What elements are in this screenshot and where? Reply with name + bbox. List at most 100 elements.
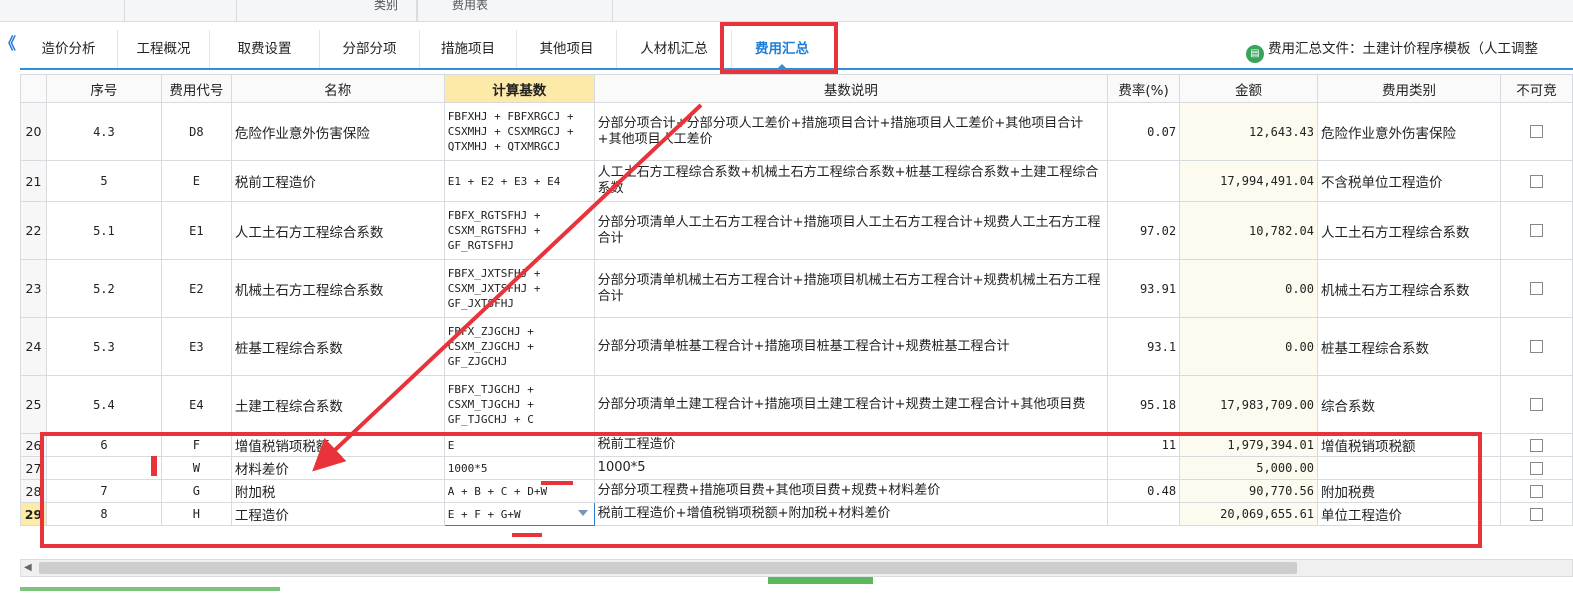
cell-base-desc[interactable]: 分部分项合计+分部分项人工差价+措施项目合计+措施项目人工差价+其他项目合计+其… — [593, 102, 1109, 161]
fee-summary-file-info[interactable]: ▤ 费用汇总文件：土建计价程序模板（人工调整 — [1246, 30, 1538, 68]
non-competitive-checkbox[interactable] — [1529, 125, 1543, 138]
cell-name[interactable]: 工程造价 — [230, 502, 445, 526]
cell-rate[interactable]: 93.91 — [1107, 259, 1181, 318]
cell-seq[interactable]: 8 — [45, 502, 162, 526]
tab-fee-summary[interactable]: 费用汇总 — [732, 30, 832, 70]
header-seq[interactable]: 序号 — [45, 74, 162, 103]
cell-calc-base[interactable]: 1000*5 — [443, 456, 595, 480]
cell-category[interactable]: 单位工程造价 — [1317, 502, 1501, 526]
calc-base-editor[interactable]: E + F + G+W — [443, 502, 595, 526]
cell-rate[interactable]: 93.1 — [1107, 317, 1181, 376]
cell-base-desc[interactable]: 税前工程造价+增值税销项税额+附加税+材料差价 — [593, 502, 1109, 526]
cell-non-competitive[interactable] — [1499, 201, 1573, 260]
table-row[interactable]: 26 6 F 增值税销项税额 E 税前工程造价 11 1,979,394.01 … — [20, 433, 1573, 457]
cell-seq[interactable]: 6 — [45, 433, 162, 457]
cell-seq[interactable]: 7 — [45, 479, 162, 503]
cell-base-desc[interactable]: 税前工程造价 — [593, 433, 1109, 457]
row-number[interactable]: 25 — [20, 375, 47, 434]
table-row[interactable]: 23 5.2 E2 机械土石方工程综合系数 FBFX_JXTSFHJ + CSX… — [20, 259, 1573, 318]
non-competitive-checkbox[interactable] — [1529, 224, 1543, 237]
cell-base-desc[interactable]: 分部分项清单人工土石方工程合计+措施项目人工土石方工程合计+规费人工土石方工程合… — [593, 201, 1109, 260]
cell-code[interactable]: W — [160, 456, 232, 480]
table-row[interactable]: 24 5.3 E3 桩基工程综合系数 FBFX_ZJGCHJ + CSXM_ZJ… — [20, 317, 1573, 376]
dropdown-arrow-icon[interactable] — [577, 510, 588, 516]
table-row-current[interactable]: 29 8 H 工程造价 E + F + G+W 税前工程造价+增值税销项税额+附… — [20, 502, 1573, 526]
cell-category[interactable]: 机械土石方工程综合系数 — [1317, 259, 1501, 318]
cell-calc-base[interactable]: FBFX_JXTSFHJ + CSXM_JXTSFHJ + GF_JXTSFHJ — [443, 259, 595, 318]
table-row[interactable]: 20 4.3 D8 危险作业意外伤害保险 FBFXHJ + FBFXRGCJ +… — [20, 102, 1573, 161]
row-number[interactable]: 28 — [20, 479, 47, 503]
table-row[interactable]: 22 5.1 E1 人工土石方工程综合系数 FBFX_RGTSFHJ + CSX… — [20, 201, 1573, 260]
header-calc-base[interactable]: 计算基数 — [443, 74, 595, 103]
cell-category[interactable]: 桩基工程综合系数 — [1317, 317, 1501, 376]
panel-splitter-handle[interactable] — [768, 577, 873, 584]
cell-non-competitive[interactable] — [1499, 433, 1573, 457]
row-number[interactable]: 29 — [20, 502, 47, 526]
table-row[interactable]: 27 W 材料差价 1000*5 1000*5 5,000.00 — [20, 456, 1573, 480]
cell-code[interactable]: E1 — [160, 201, 232, 260]
table-row[interactable]: 21 5 E 税前工程造价 E1 + E2 + E3 + E4 人工土石方工程综… — [20, 160, 1573, 202]
cell-calc-base[interactable]: FBFXHJ + FBFXRGCJ + CSXMHJ + CSXMRGCJ + … — [443, 102, 595, 161]
cell-non-competitive[interactable] — [1499, 102, 1573, 161]
cell-category[interactable]: 综合系数 — [1317, 375, 1501, 434]
cell-calc-base[interactable]: A + B + C + D+W — [443, 479, 595, 503]
cell-non-competitive[interactable] — [1499, 479, 1573, 503]
cell-rate[interactable]: 0.48 — [1107, 479, 1181, 503]
header-code[interactable]: 费用代号 — [160, 74, 232, 103]
cell-calc-base[interactable]: E — [443, 433, 595, 457]
tab-fee-settings[interactable]: 取费设置 — [210, 30, 320, 68]
cell-name[interactable]: 机械土石方工程综合系数 — [230, 259, 445, 318]
tab-other-items[interactable]: 其他项目 — [517, 30, 617, 68]
cell-rate[interactable]: 11 — [1107, 433, 1181, 457]
non-competitive-checkbox[interactable] — [1529, 507, 1543, 521]
row-number[interactable]: 23 — [20, 259, 47, 318]
cell-code[interactable]: E2 — [160, 259, 232, 318]
strip-label-fee-table[interactable]: 费用表 — [452, 0, 488, 13]
tab-measures[interactable]: 措施项目 — [420, 30, 517, 68]
header-rate[interactable]: 费率(%) — [1107, 74, 1181, 103]
cell-non-competitive[interactable] — [1499, 456, 1573, 480]
cell-calc-base[interactable]: FBFX_ZJGCHJ + CSXM_ZJGCHJ + GF_ZJGCHJ — [443, 317, 595, 376]
cell-code[interactable]: H — [160, 502, 232, 526]
cell-base-desc[interactable]: 分部分项清单土建工程合计+措施项目土建工程合计+规费土建工程合计+其他项目费 — [593, 375, 1109, 434]
header-base-desc[interactable]: 基数说明 — [593, 74, 1109, 103]
cell-name[interactable]: 增值税销项税额 — [230, 433, 445, 457]
cell-name[interactable]: 土建工程综合系数 — [230, 375, 445, 434]
cell-rate[interactable]: 97.02 — [1107, 201, 1181, 260]
tab-cost-analysis[interactable]: 造价分析 — [20, 30, 118, 68]
cell-name[interactable]: 税前工程造价 — [230, 160, 445, 202]
cell-calc-base[interactable]: FBFX_TJGCHJ + CSXM_TJGCHJ + GF_TJGCHJ + … — [443, 375, 595, 434]
cell-seq[interactable]: 5.3 — [45, 317, 162, 376]
non-competitive-checkbox[interactable] — [1529, 438, 1543, 452]
table-row[interactable]: 28 7 G 附加税 A + B + C + D+W 分部分项工程费+措施项目费… — [20, 479, 1573, 503]
cell-non-competitive[interactable] — [1499, 259, 1573, 318]
cell-seq[interactable] — [45, 456, 162, 480]
horizontal-scrollbar[interactable]: ◀ — [20, 559, 1573, 577]
cell-category[interactable]: 危险作业意外伤害保险 — [1317, 102, 1501, 161]
strip-label-category[interactable]: 类别 — [374, 0, 398, 13]
cell-category[interactable]: 附加税费 — [1317, 479, 1501, 503]
cell-rate[interactable] — [1107, 502, 1181, 526]
row-number[interactable]: 24 — [20, 317, 47, 376]
cell-name[interactable]: 人工土石方工程综合系数 — [230, 201, 445, 260]
cell-rate[interactable]: 0.07 — [1107, 102, 1181, 161]
row-number[interactable]: 21 — [20, 160, 47, 202]
non-competitive-checkbox[interactable] — [1529, 461, 1543, 475]
cell-non-competitive[interactable] — [1499, 375, 1573, 434]
header-name[interactable]: 名称 — [230, 74, 445, 103]
tab-project-overview[interactable]: 工程概况 — [118, 30, 210, 68]
cell-calc-base[interactable]: FBFX_RGTSFHJ + CSXM_RGTSFHJ + GF_RGTSFHJ — [443, 201, 595, 260]
cell-calc-base[interactable]: E1 + E2 + E3 + E4 — [443, 160, 595, 202]
cell-rate[interactable] — [1107, 160, 1181, 202]
scrollbar-thumb[interactable] — [39, 562, 1297, 574]
cell-seq[interactable]: 4.3 — [45, 102, 162, 161]
cell-code[interactable]: F — [160, 433, 232, 457]
cell-name[interactable]: 材料差价 — [230, 456, 445, 480]
cell-code[interactable]: E4 — [160, 375, 232, 434]
cell-non-competitive[interactable] — [1499, 160, 1573, 202]
cell-category[interactable]: 增值税销项税额 — [1317, 433, 1501, 457]
cell-base-desc[interactable]: 分部分项清单桩基工程合计+措施项目桩基工程合计+规费桩基工程合计 — [593, 317, 1109, 376]
cell-code[interactable]: G — [160, 479, 232, 503]
cell-name[interactable]: 危险作业意外伤害保险 — [230, 102, 445, 161]
cell-name[interactable]: 桩基工程综合系数 — [230, 317, 445, 376]
